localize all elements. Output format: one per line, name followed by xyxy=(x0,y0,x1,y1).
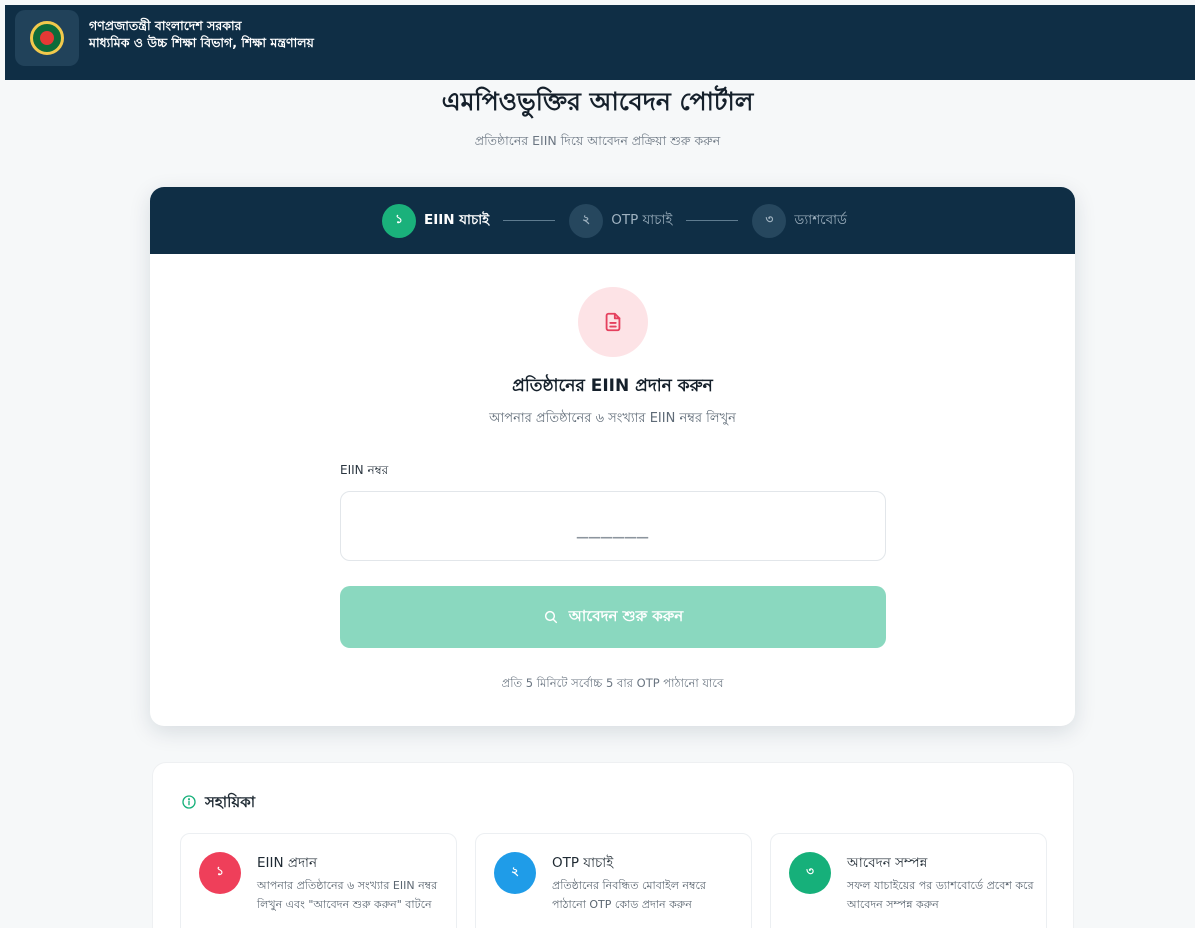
document-icon xyxy=(578,287,648,357)
step-connector xyxy=(503,220,556,221)
help-item-complete: ৩ আবেদন সম্পন্ন সফল যাচাইয়ের পর ড্যাশবো… xyxy=(770,833,1047,928)
step-label: EIIN যাচাই xyxy=(424,212,490,228)
step-label: ড্যাশবোর্ড xyxy=(794,212,847,228)
step-dashboard: ৩ ড্যাশবোর্ড xyxy=(752,203,847,238)
help-item-description: প্রতিষ্ঠানের নিবন্ধিত মোবাইল নম্বরে পাঠা… xyxy=(552,879,706,911)
page-title: এমপিওভুক্তির আবেদন পোর্টাল xyxy=(441,87,754,116)
step-connector xyxy=(686,220,739,221)
brand-line-1: গণপ্রজাতন্ত্রী বাংলাদেশ সরকার xyxy=(89,18,242,33)
eiin-field-label: EIIN নম্বর xyxy=(340,463,389,477)
otp-rate-note: প্রতি 5 মিনিটে সর্বোচ্চ 5 বার OTP পাঠানো… xyxy=(501,676,724,690)
help-item-title: OTP যাচাই xyxy=(552,855,614,871)
form-subtitle: আপনার প্রতিষ্ঠানের ৬ সংখ্যার EIIN নম্বর … xyxy=(489,411,736,426)
help-item-number: ৩ xyxy=(789,852,831,894)
stepper: ১ EIIN যাচাই ২ OTP যাচাই ৩ ড্যাশবোর্ড xyxy=(150,187,1075,254)
help-item-description: সফল যাচাইয়ের পর ড্যাশবোর্ডে প্রবেশ করে … xyxy=(847,879,1034,911)
step-eiin: ১ EIIN যাচাই xyxy=(382,203,490,238)
start-application-label: আবেদন শুরু করুন xyxy=(568,606,684,625)
start-application-button[interactable]: আবেদন শুরু করুন xyxy=(340,586,886,648)
step-number: ২ xyxy=(569,203,604,238)
help-item-title: EIIN প্রদান xyxy=(257,855,318,871)
eiin-card: ১ EIIN যাচাই ২ OTP যাচাই ৩ ড্যাশবোর্ড প্… xyxy=(150,187,1075,726)
step-label: OTP যাচাই xyxy=(611,212,673,228)
help-item-number: ১ xyxy=(199,852,241,894)
government-seal-icon xyxy=(30,21,64,55)
brand-text: গণপ্রজাতন্ত্রী বাংলাদেশ সরকার মাধ্যমিক ও… xyxy=(89,17,314,51)
step-number: ১ xyxy=(382,203,417,238)
form-title: প্রতিষ্ঠানের EIIN প্রদান করুন xyxy=(512,376,713,396)
help-title: সহায়িকা xyxy=(205,793,256,811)
help-item-eiin: ১ EIIN প্রদান আপনার প্রতিষ্ঠানের ৬ সংখ্য… xyxy=(180,833,457,928)
help-item-number: ২ xyxy=(494,852,536,894)
help-item-title: আবেদন সম্পন্ন xyxy=(847,855,928,871)
info-icon xyxy=(181,794,197,814)
step-number: ৩ xyxy=(752,203,787,238)
logo-tile[interactable] xyxy=(15,10,79,66)
help-card: সহায়িকা ১ EIIN প্রদান আপনার প্রতিষ্ঠানে… xyxy=(152,762,1074,928)
help-item-otp: ২ OTP যাচাই প্রতিষ্ঠানের নিবন্ধিত মোবাইল… xyxy=(475,833,752,928)
eiin-input[interactable] xyxy=(340,491,886,561)
top-header: গণপ্রজাতন্ত্রী বাংলাদেশ সরকার মাধ্যমিক ও… xyxy=(5,5,1195,80)
help-header: সহায়িকা xyxy=(181,791,255,816)
page-subtitle: প্রতিষ্ঠানের EIIN দিয়ে আবেদন প্রক্রিয়া… xyxy=(474,133,721,148)
step-otp: ২ OTP যাচাই xyxy=(569,203,673,238)
search-icon xyxy=(543,609,559,625)
brand-line-2: মাধ্যমিক ও উচ্চ শিক্ষা বিভাগ, শিক্ষা মন্… xyxy=(89,35,314,50)
help-item-description: আপনার প্রতিষ্ঠানের ৬ সংখ্যার EIIN নম্বর … xyxy=(257,879,438,911)
